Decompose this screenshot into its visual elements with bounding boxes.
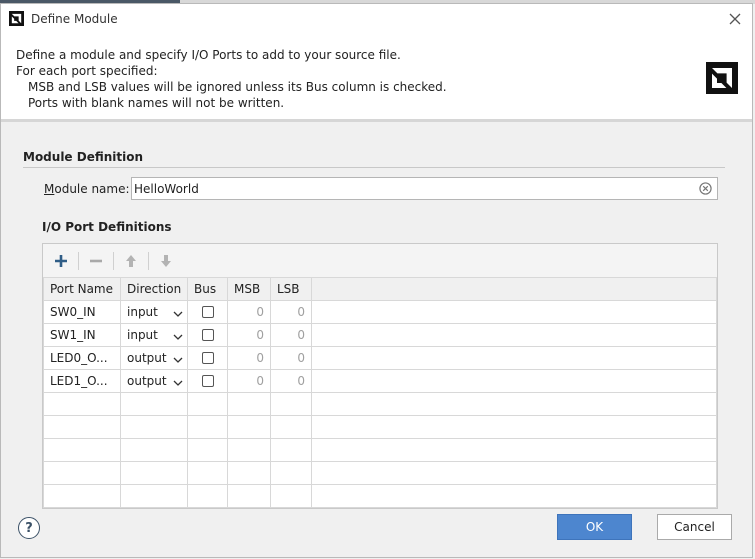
msb-cell[interactable]: 0: [227, 323, 271, 347]
bus-checkbox-cell: [187, 346, 228, 370]
table-row: LED1_O... output 0 0: [43, 369, 717, 393]
column-header-port-name[interactable]: Port Name: [43, 277, 121, 301]
direction-select[interactable]: input: [120, 323, 188, 347]
chevron-down-icon: [173, 334, 183, 340]
description-line: MSB and LSB values will be ignored unles…: [28, 80, 447, 94]
msb-cell[interactable]: 0: [227, 346, 271, 370]
clear-icon[interactable]: [699, 182, 712, 195]
port-name-cell[interactable]: LED1_O...: [43, 369, 121, 393]
add-icon: [55, 255, 67, 267]
define-module-dialog: Define Module Define a module and specif…: [0, 3, 753, 558]
direction-value: output: [127, 351, 167, 365]
move-down-icon: [161, 255, 171, 267]
close-icon[interactable]: [724, 8, 746, 30]
module-name-field[interactable]: [131, 177, 718, 200]
chevron-down-icon: [173, 380, 183, 386]
amd-logo-icon: [706, 62, 738, 94]
bus-checkbox[interactable]: [201, 352, 214, 364]
bus-checkbox-cell: [187, 323, 228, 347]
table-header-row: Port Name Direction Bus MSB LSB: [43, 277, 717, 301]
empty-row[interactable]: [43, 461, 717, 485]
chevron-down-icon: [173, 311, 183, 317]
filler-cell: [311, 300, 717, 324]
title-bar: Define Module: [1, 4, 752, 34]
direction-select[interactable]: input: [120, 300, 188, 324]
lsb-cell[interactable]: 0: [270, 369, 312, 393]
bus-checkbox-cell: [187, 369, 228, 393]
move-up-icon: [126, 255, 136, 267]
lsb-cell[interactable]: 0: [270, 346, 312, 370]
bus-checkbox-cell: [187, 300, 228, 324]
direction-value: output: [127, 374, 167, 388]
direction-value: input: [127, 305, 158, 319]
filler-cell: [311, 323, 717, 347]
bus-checkbox[interactable]: [201, 375, 214, 387]
remove-icon: [90, 259, 102, 263]
port-name-cell[interactable]: SW0_IN: [43, 300, 121, 324]
column-header-filler: [311, 277, 717, 301]
column-header-bus[interactable]: Bus: [187, 277, 228, 301]
column-header-msb[interactable]: MSB: [227, 277, 271, 301]
help-button[interactable]: ?: [18, 517, 40, 539]
direction-value: input: [127, 328, 158, 342]
bus-checkbox[interactable]: [201, 306, 214, 318]
description-line: Define a module and specify I/O Ports to…: [16, 48, 401, 62]
column-header-lsb[interactable]: LSB: [270, 277, 312, 301]
direction-select[interactable]: output: [120, 369, 188, 393]
filler-cell: [311, 369, 717, 393]
description-line: Ports with blank names will not be writt…: [28, 96, 285, 110]
amd-logo-icon: [9, 11, 24, 26]
port-name-cell[interactable]: SW1_IN: [43, 323, 121, 347]
toolbar-separator: [113, 252, 114, 270]
table-row: SW0_IN input 0 0: [43, 300, 717, 324]
io-ports-title: I/O Port Definitions: [42, 220, 172, 234]
filler-cell: [311, 346, 717, 370]
table-row: SW1_IN input 0 0: [43, 323, 717, 347]
module-name-input[interactable]: [132, 178, 694, 199]
ports-table: Port Name Direction Bus MSB LSB SW0_IN i…: [43, 277, 717, 508]
module-name-label: Module name:: [44, 182, 130, 196]
empty-row[interactable]: [43, 392, 717, 416]
empty-row[interactable]: [43, 484, 717, 508]
ports-toolbar: [43, 244, 717, 278]
msb-cell[interactable]: 0: [227, 369, 271, 393]
move-down-button[interactable]: [155, 250, 177, 272]
lsb-cell[interactable]: 0: [270, 323, 312, 347]
lsb-cell[interactable]: 0: [270, 300, 312, 324]
msb-cell[interactable]: 0: [227, 300, 271, 324]
direction-select[interactable]: output: [120, 346, 188, 370]
chevron-down-icon: [173, 357, 183, 363]
ok-button[interactable]: OK: [557, 514, 632, 540]
io-ports-panel: Port Name Direction Bus MSB LSB SW0_IN i…: [42, 243, 718, 509]
add-port-button[interactable]: [50, 250, 72, 272]
empty-row[interactable]: [43, 415, 717, 439]
description-panel: Define a module and specify I/O Ports to…: [1, 34, 752, 122]
module-definition-title: Module Definition: [23, 150, 144, 164]
cancel-button[interactable]: Cancel: [657, 514, 732, 540]
remove-port-button[interactable]: [85, 250, 107, 272]
description-line: For each port specified:: [16, 64, 158, 78]
section-divider: [23, 167, 725, 168]
bus-checkbox[interactable]: [201, 329, 214, 341]
column-header-direction[interactable]: Direction: [120, 277, 188, 301]
move-up-button[interactable]: [120, 250, 142, 272]
dialog-title: Define Module: [31, 12, 118, 26]
toolbar-separator: [78, 252, 79, 270]
table-row: LED0_O... output 0 0: [43, 346, 717, 370]
toolbar-separator: [148, 252, 149, 270]
port-name-cell[interactable]: LED0_O...: [43, 346, 121, 370]
empty-row[interactable]: [43, 438, 717, 462]
